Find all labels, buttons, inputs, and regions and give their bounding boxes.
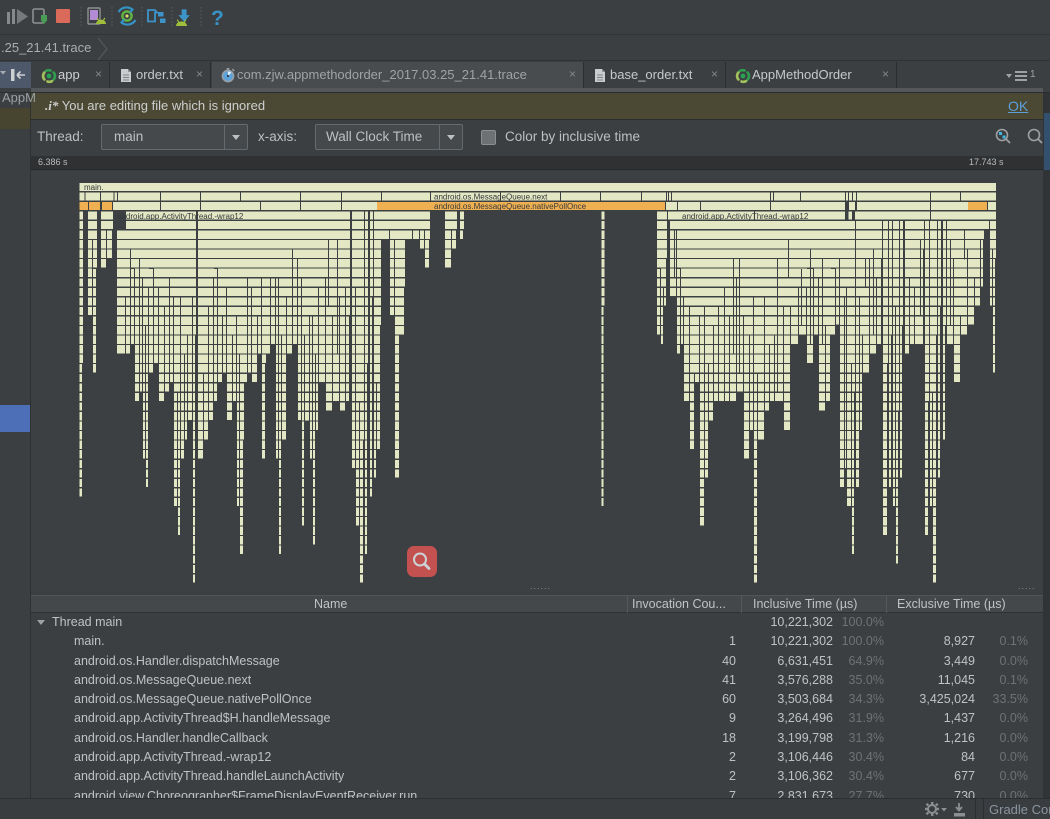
svg-text:main.: main. <box>84 183 104 192</box>
svg-text:?: ? <box>211 7 224 30</box>
svg-text:android.os.MessageQueue.native: android.os.MessageQueue.nativePollOnce <box>434 202 587 211</box>
svg-text:android.os.MessageQueue.next: android.os.MessageQueue.next <box>434 193 548 202</box>
svg-text:android.app.ActivityThread.-wr: android.app.ActivityThread.-wrap12 <box>682 212 809 221</box>
svg-text:android.app.ActivityThread.-wr: android.app.ActivityThread.-wrap12 <box>117 212 244 221</box>
